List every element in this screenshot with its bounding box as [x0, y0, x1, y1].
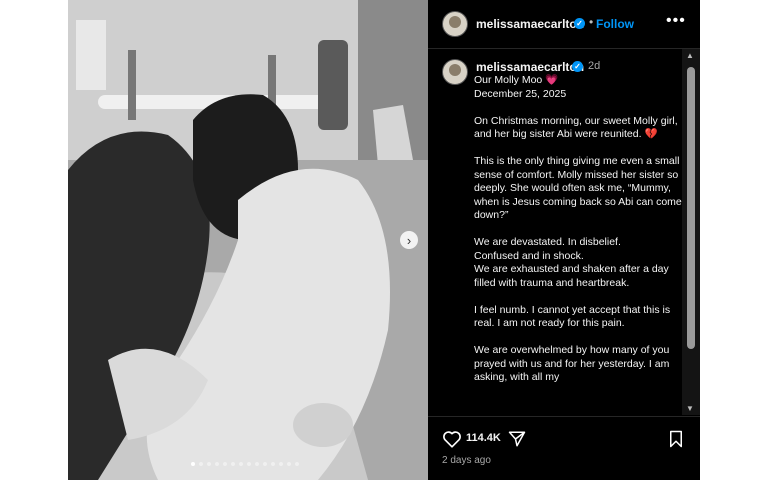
caption-line: We are exhausted and shaken after a day … [474, 263, 669, 289]
carousel-dot [287, 462, 291, 466]
heart-icon[interactable] [442, 430, 462, 448]
pink-heart-emoji: 💗 [545, 74, 559, 86]
carousel-dot [255, 462, 259, 466]
carousel-dot [231, 462, 235, 466]
like-count[interactable]: 114.4K [466, 432, 501, 444]
carousel-dot [247, 462, 251, 466]
next-photo-button[interactable]: › [400, 231, 418, 249]
comments-scroll-area[interactable]: melissamaecarlton ✓ 2d Our Molly Moo 💗 D… [428, 49, 682, 415]
caption-paragraph: This is the only thing giving me even a … [474, 155, 682, 221]
caption-paragraph: I feel numb. I cannot yet accept that th… [474, 303, 671, 330]
caption-title: Our Molly Moo [474, 74, 543, 86]
carousel-dot [295, 462, 299, 466]
scroll-down-arrow-icon[interactable]: ▼ [686, 404, 694, 413]
carousel-dot [263, 462, 267, 466]
carousel-dot [199, 462, 203, 466]
broken-heart-emoji: 💔 [644, 128, 658, 140]
verified-badge-icon: ✓ [574, 18, 585, 29]
post-panel: melissamaecarlton ✓ • Follow ••• melissa… [428, 0, 700, 480]
post-caption: Our Molly Moo 💗 December 25, 2025 On Chr… [474, 74, 682, 398]
carousel-dot [271, 462, 275, 466]
header-separator: • [589, 15, 594, 29]
carousel-dot [223, 462, 227, 466]
caption-verified-badge-icon: ✓ [572, 61, 583, 72]
share-icon[interactable] [508, 430, 526, 448]
scrollbar-thumb[interactable] [687, 67, 695, 349]
carousel-dot [207, 462, 211, 466]
carousel-dot [279, 462, 283, 466]
carousel-dot [191, 462, 195, 466]
caption-line: Confused and in shock. [474, 249, 584, 262]
carousel-indicators [191, 462, 299, 466]
author-avatar[interactable] [442, 11, 468, 37]
scrollbar[interactable]: ▲ ▼ [682, 49, 700, 415]
post-photo[interactable] [68, 0, 428, 480]
carousel-dot [215, 462, 219, 466]
author-username[interactable]: melissamaecarlton [476, 17, 584, 31]
caption-author-username[interactable]: melissamaecarlton [476, 60, 584, 74]
follow-button[interactable]: Follow [596, 17, 634, 31]
post-actions: 114.4K 2 days ago [428, 416, 700, 481]
post-time-ago[interactable]: 2 days ago [442, 455, 491, 466]
caption-date: December 25, 2025 [474, 87, 567, 100]
post-header: melissamaecarlton ✓ • Follow ••• [428, 0, 700, 49]
caption-timestamp[interactable]: 2d [588, 60, 600, 72]
photo-illustration [68, 0, 428, 480]
caption-line: We are devastated. In disbelief. [474, 236, 621, 248]
carousel-dot [239, 462, 243, 466]
caption-author-avatar[interactable] [442, 59, 468, 85]
scroll-up-arrow-icon[interactable]: ▲ [686, 51, 694, 60]
more-options-icon[interactable]: ••• [666, 12, 686, 30]
bookmark-icon[interactable] [668, 430, 684, 448]
caption-paragraph: We are overwhelmed by how many of you pr… [474, 344, 670, 383]
